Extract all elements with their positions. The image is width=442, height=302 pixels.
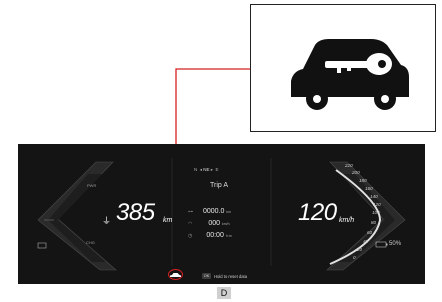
speed-tick: 80 xyxy=(371,220,377,225)
ok-button[interactable]: OK xyxy=(202,273,211,279)
trip-time: 00:00 xyxy=(206,232,224,239)
gear-indicator: D xyxy=(217,287,231,299)
speed-value: 120 xyxy=(298,199,337,226)
range-unit: km xyxy=(163,217,173,224)
car-key-icon xyxy=(291,39,409,110)
speed-tick: 160 xyxy=(365,186,373,191)
compass-left: N xyxy=(194,167,198,172)
reset-hint: Hold to reset data xyxy=(214,273,248,279)
car-key-icon xyxy=(170,272,181,277)
speed-unit: km/h xyxy=(339,217,355,224)
trip-distance-unit: km xyxy=(226,210,232,214)
trip-time-unit: h:m xyxy=(225,234,232,238)
speed-tick: 0 xyxy=(353,255,356,260)
odometer-icon: ⊶ xyxy=(188,209,193,215)
compass: N ◂ NE ▸ E xyxy=(194,167,219,172)
instrument-cluster: N ◂ NE ▸ E Trip A ⊶ 0000.0 km ◠ 000 km/h ◷… xyxy=(18,144,425,284)
charge-label: CHG xyxy=(86,240,95,245)
battery-percent-unit: % xyxy=(395,241,402,247)
trip-time-row: ◷ 00:00 h:m xyxy=(188,232,232,239)
range-value: 385 xyxy=(116,199,155,226)
speed-tick: 220 xyxy=(345,163,353,168)
compass-heading: NE xyxy=(203,167,210,172)
speed-tick: 140 xyxy=(370,194,378,199)
power-label: PWR xyxy=(87,183,97,188)
battery-percent: 50% xyxy=(389,241,401,247)
car-key-indicator xyxy=(168,269,183,280)
speedometer-icon: ◠ xyxy=(188,221,193,227)
speed-tick: 40 xyxy=(363,239,369,244)
trip-speed-unit: km/h xyxy=(222,222,230,226)
speed-tick: 60 xyxy=(367,230,373,235)
clock-icon: ◷ xyxy=(188,233,193,239)
speed-tick: 120 xyxy=(373,202,381,207)
battery-small-icon xyxy=(37,242,47,249)
trip-speed-row: ◠ 000 km/h xyxy=(188,220,230,227)
trip-title: Trip A xyxy=(210,182,229,189)
speed-tick: 200 xyxy=(352,170,360,175)
speed-tick: 100 xyxy=(372,210,380,215)
trip-distance-row: ⊶ 0000.0 km xyxy=(188,208,231,215)
callout-box xyxy=(250,4,436,132)
battery-percent-value: 50 xyxy=(389,241,396,247)
trip-avg-speed: 000 xyxy=(208,220,221,227)
compass-right: E xyxy=(215,167,219,172)
plug-icon: ⏚ xyxy=(102,216,112,226)
speed-tick: 20 xyxy=(357,247,363,252)
speed-tick: 180 xyxy=(359,178,367,183)
battery-icon xyxy=(375,241,387,248)
trip-distance: 0000.0 xyxy=(202,208,225,215)
